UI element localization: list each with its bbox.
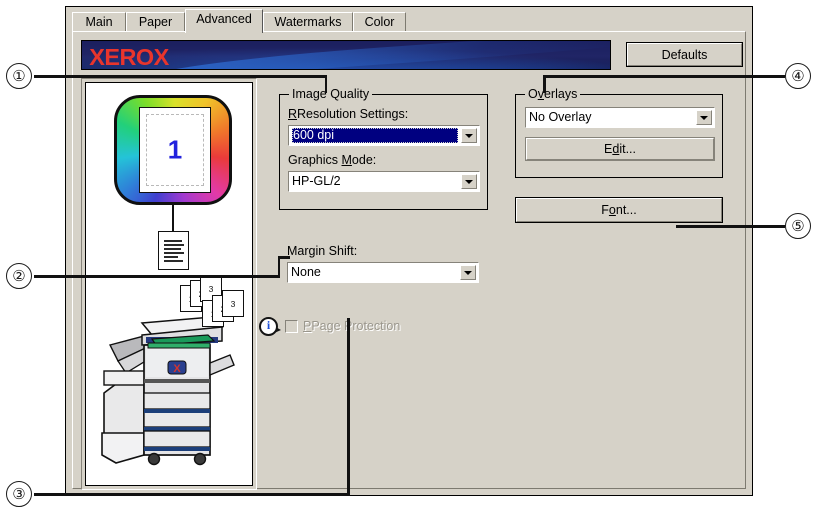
chevron-down-icon[interactable]	[460, 265, 476, 280]
callout-2-leader-tick	[277, 256, 290, 259]
page-protection-checkbox[interactable]	[285, 319, 298, 333]
callout-5-leader-horizontal	[676, 225, 785, 228]
tab-advanced-label: Advanced	[196, 12, 252, 26]
print-preview-panel: 1 1	[81, 78, 257, 490]
preview-page-number: 1	[167, 134, 183, 165]
defaults-button[interactable]: Defaults	[626, 42, 743, 67]
tab-main-label: Main	[85, 15, 113, 29]
graphics-mode-value: HP-GL/2	[292, 174, 341, 188]
image-quality-group: Image Quality RResolution Settings: 600 …	[279, 87, 488, 210]
tab-color[interactable]: Color	[353, 12, 406, 31]
callout-5: ⑤	[785, 213, 811, 239]
print-preview-canvas: 1 1	[85, 82, 253, 486]
overlay-edit-button-label: Ed it...	[526, 138, 714, 160]
page-protection-label-text: Page Protection	[311, 319, 401, 333]
callout-1-leader-horizontal	[34, 75, 327, 78]
callout-1-leader-vertical	[324, 75, 327, 93]
chevron-down-icon[interactable]	[461, 174, 477, 189]
tab-paper[interactable]: Paper	[126, 12, 185, 31]
tab-watermarks-label: Watermarks	[274, 15, 342, 29]
preview-connector-line	[172, 205, 174, 233]
printer-illustration: 1 2 3 1 2 3	[96, 275, 252, 475]
overlays-group: Overlays No Overlay Ed it...	[515, 87, 723, 178]
callout-4-leader-vertical	[543, 75, 546, 93]
callout-1: ①	[6, 63, 32, 89]
font-button-label: Fo nt...	[516, 198, 722, 222]
svg-text:X: X	[173, 363, 181, 375]
callout-3-leader-horizontal	[34, 493, 350, 496]
overlay-combo[interactable]: No Overlay	[525, 107, 715, 128]
callout-3-leader-vertical	[347, 318, 350, 495]
callout-4: ④	[785, 63, 811, 89]
callout-4-leader-horizontal	[543, 75, 785, 78]
tab-main[interactable]: Main	[72, 12, 126, 31]
page-protection-label: PPage Protection	[303, 319, 401, 333]
tab-paper-label: Paper	[138, 15, 173, 29]
xerox-logo: XEROX	[89, 44, 169, 70]
banner-swoosh-graphic	[145, 41, 610, 69]
image-quality-group-label: Image Quality	[289, 87, 373, 101]
callout-2-leader-vertical	[277, 256, 280, 277]
info-balloon-icon: i	[259, 317, 281, 336]
resolution-settings-label: RResolution Settings:	[288, 107, 409, 121]
resolution-settings-value: 600 dpi	[292, 128, 458, 143]
callout-2: ②	[6, 263, 32, 289]
color-page-preview-icon: 1	[114, 95, 232, 205]
tab-advanced[interactable]: Advanced	[185, 9, 263, 33]
overlay-edit-button[interactable]: Ed it...	[525, 137, 715, 161]
callout-3: ③	[6, 481, 32, 507]
graphics-mode-label: Graphics Mode:	[288, 153, 377, 167]
preview-sheet: 1	[139, 107, 211, 193]
page-protection-row[interactable]: PPage Protection	[285, 319, 400, 333]
output-page: 3	[222, 290, 244, 317]
graphics-mode-combo[interactable]: HP-GL/2	[288, 171, 480, 192]
margin-shift-label: Margin Shift:	[287, 244, 358, 258]
overlays-group-label: Overlays	[525, 87, 581, 101]
printer-properties-dialog: Main Paper Advanced Watermarks Color XER…	[65, 6, 753, 496]
font-button[interactable]: Fo nt...	[515, 197, 723, 223]
margin-shift-combo[interactable]: None	[287, 262, 479, 283]
chevron-down-icon[interactable]	[461, 128, 477, 143]
info-balloon-letter: i	[266, 318, 271, 332]
document-icon	[158, 231, 189, 270]
advanced-tab-panel: XEROX Defaults 1 3 3 X Image Quality RRe…	[72, 31, 746, 490]
margin-shift-value: None	[291, 265, 321, 279]
defaults-button-label: Defaults	[627, 43, 742, 66]
overlay-value: No Overlay	[529, 110, 592, 124]
chevron-down-icon[interactable]	[696, 110, 712, 125]
callout-2-leader-horizontal	[34, 275, 280, 278]
resolution-settings-label-text: Resolution Settings:	[297, 107, 409, 121]
screenshot-root: Main Paper Advanced Watermarks Color XER…	[0, 0, 817, 519]
tab-watermarks[interactable]: Watermarks	[263, 12, 353, 31]
resolution-settings-combo[interactable]: 600 dpi	[288, 125, 480, 146]
tab-color-label: Color	[364, 15, 395, 29]
xerox-banner: XEROX	[81, 40, 611, 70]
